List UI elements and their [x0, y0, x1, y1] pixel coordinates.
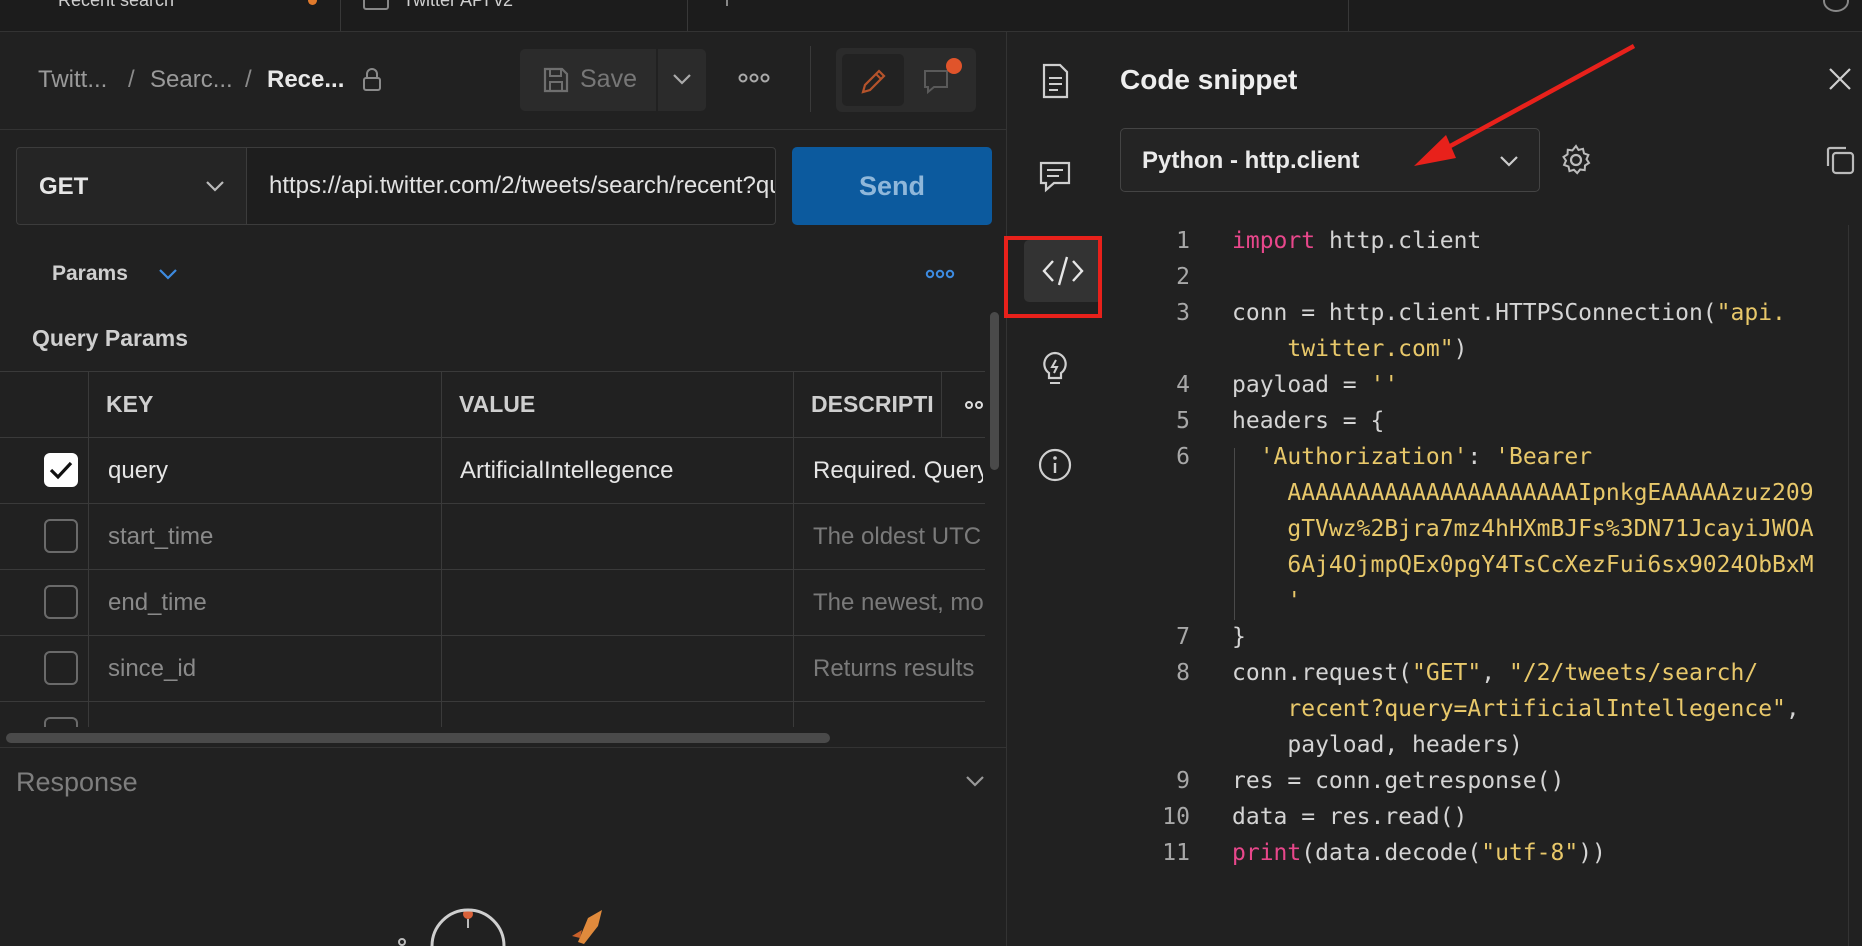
code-line: 6Aj4OjmpQEx0pgY4TsCcXezFui6sx9024ObBxM — [1232, 552, 1814, 578]
code-line: AAAAAAAAAAAAAAAAAAAAAIpnkgEAAAAAzuz209 — [1232, 480, 1814, 506]
code-token: "api. — [1716, 300, 1786, 326]
code-token: } — [1232, 624, 1246, 650]
code-token: "GET" — [1412, 660, 1482, 686]
line-number: 11 — [1162, 840, 1190, 866]
code-line: payload, headers) — [1232, 732, 1523, 758]
code-line: import http.client — [1232, 228, 1481, 254]
line-number: 9 — [1176, 768, 1190, 794]
code-line: data = res.read() — [1232, 804, 1467, 830]
code-line: res = conn.getresponse() — [1232, 768, 1564, 794]
code-token: conn.request( — [1232, 660, 1413, 686]
code-line: twitter.com") — [1232, 336, 1467, 362]
code-token: , — [1785, 696, 1800, 722]
code-line: conn = http.client.HTTPSConnection("api. — [1232, 300, 1786, 326]
code-token: )) — [1578, 840, 1606, 866]
code-token: : — [1467, 444, 1496, 470]
code-line: recent?query=ArtificialIntellegence", — [1232, 696, 1800, 722]
line-number: 7 — [1176, 624, 1190, 650]
code-token: print — [1232, 840, 1302, 866]
code-token: 6Aj4OjmpQEx0pgY4TsCcXezFui6sx9024ObBxM — [1287, 552, 1814, 578]
code-token: "utf-8" — [1481, 840, 1579, 866]
code-token: payload, headers) — [1232, 732, 1523, 758]
code-line: payload = '' — [1232, 372, 1398, 398]
code-token: ' — [1287, 588, 1302, 614]
code-token: 'Bearer — [1495, 444, 1593, 470]
indent-guide — [1234, 448, 1235, 620]
code-token: twitter.com" — [1287, 336, 1454, 362]
code-line: 'Authorization': 'Bearer — [1232, 444, 1592, 470]
code-token: , — [1481, 660, 1509, 686]
code-token: recent?query=ArtificialIntellegence" — [1287, 696, 1786, 722]
code-token: headers = { — [1232, 408, 1385, 434]
line-number: 8 — [1176, 660, 1190, 686]
code-token: payload = — [1232, 372, 1371, 398]
code-token: data = res.read() — [1232, 804, 1468, 830]
code-token: import — [1232, 228, 1316, 254]
code-token: ) — [1453, 336, 1468, 362]
code-line: headers = { — [1232, 408, 1384, 434]
line-number: 1 — [1176, 228, 1190, 254]
line-number: 3 — [1176, 300, 1190, 326]
line-number: 6 — [1176, 444, 1190, 470]
code-token: res = conn.getresponse() — [1232, 768, 1565, 794]
code-token: AAAAAAAAAAAAAAAAAAAAAIpnkgEAAAAAzuz209 — [1287, 480, 1814, 506]
code-token: "/2/tweets/search/ — [1508, 660, 1759, 686]
code-line: ' — [1232, 588, 1301, 614]
code-token: http.client — [1315, 228, 1482, 254]
code-token: (data.decode( — [1301, 840, 1482, 866]
code-line: } — [1232, 624, 1246, 650]
line-number: 2 — [1176, 264, 1190, 290]
line-number: 4 — [1176, 372, 1190, 398]
code-line: print(data.decode("utf-8")) — [1232, 840, 1606, 866]
line-number: 5 — [1176, 408, 1190, 434]
code-token: '' — [1370, 372, 1399, 398]
code-token: conn = http.client.HTTPSConnection( — [1232, 300, 1717, 326]
line-number: 10 — [1162, 804, 1190, 830]
code-token: 'Authorization' — [1259, 444, 1468, 470]
code-block[interactable]: 1 import http.client 2 3 conn = http.client.… — [0, 0, 1862, 946]
code-line: gTVwz%2Bjra7mz4hHXmBJFs%3DN71JcayiJWOA — [1232, 516, 1814, 542]
code-line: conn.request("GET", "/2/tweets/search/ — [1232, 660, 1758, 686]
code-token: gTVwz%2Bjra7mz4hHXmBJFs%3DN71JcayiJWOA — [1287, 516, 1814, 542]
